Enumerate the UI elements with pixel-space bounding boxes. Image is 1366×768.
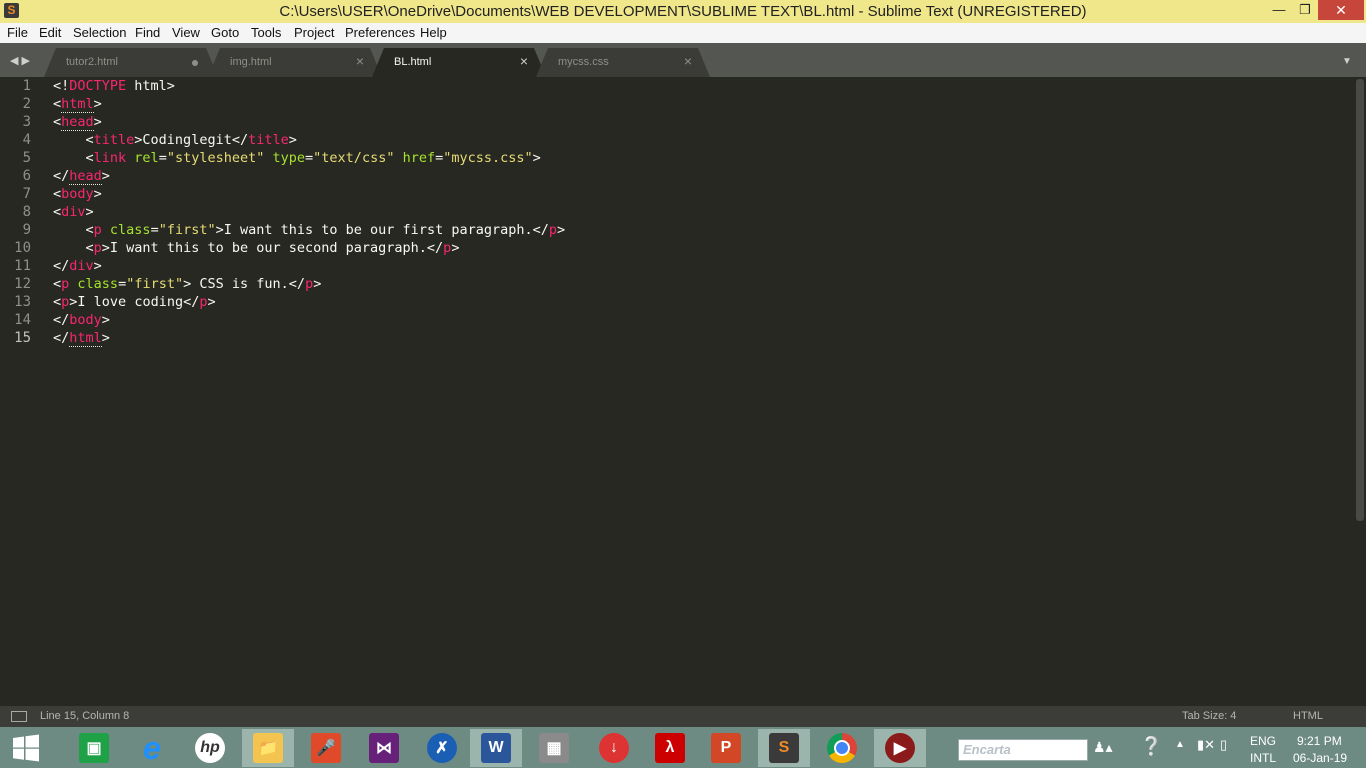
line-number: 12 [14, 276, 31, 292]
code-line[interactable]: </body> [53, 311, 565, 329]
tab-label: mycss.css [558, 56, 609, 68]
menu-project[interactable]: Project [294, 25, 334, 40]
modified-dot-icon[interactable] [192, 60, 198, 66]
menu-find[interactable]: Find [135, 25, 160, 40]
word-icon[interactable]: W [470, 729, 522, 767]
microphone-icon[interactable]: 🎤 [300, 729, 352, 767]
menu-bar: File Edit Selection Find View Goto Tools… [0, 23, 1366, 43]
menu-view[interactable]: View [172, 25, 200, 40]
language-indicator[interactable]: ENG [1250, 734, 1276, 748]
windows-logo-icon[interactable] [0, 729, 52, 767]
line-number: 3 [22, 114, 31, 130]
code-line[interactable]: </div> [53, 257, 565, 275]
taskbar: ▣ e hp 📁 🎤 ⋈ ✗ W ▦ ↓ λ P S ▶ ENG INTL 9:… [0, 727, 1366, 768]
search-input[interactable]: Encarta [958, 739, 1088, 761]
tab-close-icon[interactable]: × [684, 53, 692, 69]
code-line[interactable]: <body> [53, 185, 565, 203]
code-line[interactable]: <head> [53, 113, 565, 131]
window-title: C:\Users\USER\OneDrive\Documents\WEB DEV… [279, 3, 1087, 20]
download-icon[interactable]: ↓ [588, 729, 640, 767]
code-text[interactable]: <!DOCTYPE html> <html> <head> <title>Codin… [53, 77, 565, 347]
line-number: 9 [22, 222, 31, 238]
sublime-icon[interactable]: S [758, 729, 810, 767]
tab-close-icon[interactable]: × [356, 53, 364, 69]
menu-tools[interactable]: Tools [251, 25, 281, 40]
battery-icon[interactable]: ▯ [1220, 737, 1227, 753]
wall-icon[interactable]: ▦ [528, 729, 580, 767]
tab-tutor2[interactable]: tutor2.html [44, 48, 218, 77]
code-line[interactable]: <div> [53, 203, 565, 221]
line-number-current: 15 [14, 330, 31, 346]
tray-expand-icon[interactable]: ▲ [1175, 739, 1185, 750]
line-number: 5 [22, 150, 31, 166]
minimize-button[interactable]: — [1266, 0, 1292, 20]
close-button[interactable]: ✕ [1318, 0, 1364, 20]
ie-icon[interactable]: e [126, 729, 178, 767]
people-icon[interactable]: ♟▴ [1093, 739, 1113, 756]
title-bar: S C:\Users\USER\OneDrive\Documents\WEB D… [0, 0, 1366, 23]
menu-edit[interactable]: Edit [39, 25, 61, 40]
help-icon[interactable]: ❔ [1140, 736, 1162, 757]
code-line[interactable]: <p class="first"> CSS is fun.</p> [53, 275, 565, 293]
code-line[interactable]: </head> [53, 167, 565, 185]
panel-toggle-icon[interactable] [11, 711, 27, 722]
code-line[interactable]: <link rel="stylesheet" type="text/css" h… [53, 149, 565, 167]
menu-goto[interactable]: Goto [211, 25, 239, 40]
clock-time[interactable]: 9:21 PM [1297, 734, 1342, 748]
tab-size-setting[interactable]: Tab Size: 4 [1182, 710, 1236, 722]
menu-selection[interactable]: Selection [73, 25, 126, 40]
code-line[interactable]: <p>I want this to be our second paragrap… [53, 239, 565, 257]
tab-label: tutor2.html [66, 56, 118, 68]
menu-help[interactable]: Help [420, 25, 447, 40]
code-line[interactable]: <p class="first">I want this to be our f… [53, 221, 566, 239]
line-number: 13 [14, 294, 31, 310]
maximize-button[interactable]: ❐ [1292, 0, 1318, 20]
tab-close-icon[interactable]: × [520, 53, 528, 69]
line-number: 7 [22, 186, 31, 202]
tab-label: BL.html [394, 56, 432, 68]
tab-img[interactable]: img.html × [208, 48, 382, 77]
keyboard-layout[interactable]: INTL [1250, 751, 1276, 765]
hp-icon[interactable]: hp [184, 729, 236, 767]
code-line[interactable]: </html> [53, 329, 565, 347]
code-line[interactable]: <html> [53, 95, 565, 113]
line-number: 1 [22, 78, 31, 94]
line-number: 14 [14, 312, 31, 328]
folder-icon[interactable]: 📁 [242, 729, 294, 767]
tab-bl[interactable]: BL.html × [372, 48, 546, 77]
tab-nav-arrows-icon[interactable]: ◀▶ [10, 54, 33, 67]
syntax-setting[interactable]: HTML [1293, 710, 1323, 722]
code-line[interactable]: <title>Codinglegit</title> [53, 131, 565, 149]
cursor-position: Line 15, Column 8 [40, 710, 130, 722]
menu-preferences[interactable]: Preferences [345, 25, 415, 40]
line-number: 8 [22, 204, 31, 220]
tab-bar: ◀▶ tutor2.html img.html × BL.html × mycs… [0, 43, 1366, 77]
bluetooth-icon[interactable]: ✗ [416, 729, 468, 767]
search-label: Encarta [963, 742, 1011, 757]
chrome-icon[interactable] [816, 729, 868, 767]
vertical-scrollbar[interactable] [1356, 79, 1364, 521]
vs-icon[interactable]: ⋈ [358, 729, 410, 767]
clock-date[interactable]: 06-Jan-19 [1293, 751, 1347, 765]
line-number: 2 [22, 96, 31, 112]
tab-dropdown-icon[interactable]: ▼ [1342, 56, 1352, 67]
status-bar: Line 15, Column 8 Tab Size: 4 HTML [0, 706, 1366, 727]
line-number: 4 [22, 132, 31, 148]
code-line[interactable]: <!DOCTYPE html> [53, 77, 565, 95]
line-number: 10 [14, 240, 31, 256]
line-number: 6 [22, 168, 31, 184]
editor-area[interactable]: 1 2 3 4 5 6 7 8 9 10 11 12 13 14 15 <!DO… [0, 77, 1366, 706]
menu-file[interactable]: File [7, 25, 28, 40]
store-icon[interactable]: ▣ [68, 729, 120, 767]
media-icon[interactable]: ▶ [874, 729, 926, 767]
line-number: 11 [14, 258, 31, 274]
tab-mycss[interactable]: mycss.css × [536, 48, 710, 77]
powerpoint-icon[interactable]: P [700, 729, 752, 767]
line-number-gutter: 1 2 3 4 5 6 7 8 9 10 11 12 13 14 15 [0, 77, 40, 347]
code-line[interactable]: <p>I love coding</p> [53, 293, 565, 311]
tab-label: img.html [230, 56, 272, 68]
network-icon[interactable]: ▮✕ [1197, 737, 1215, 753]
pdf-icon[interactable]: λ [644, 729, 696, 767]
